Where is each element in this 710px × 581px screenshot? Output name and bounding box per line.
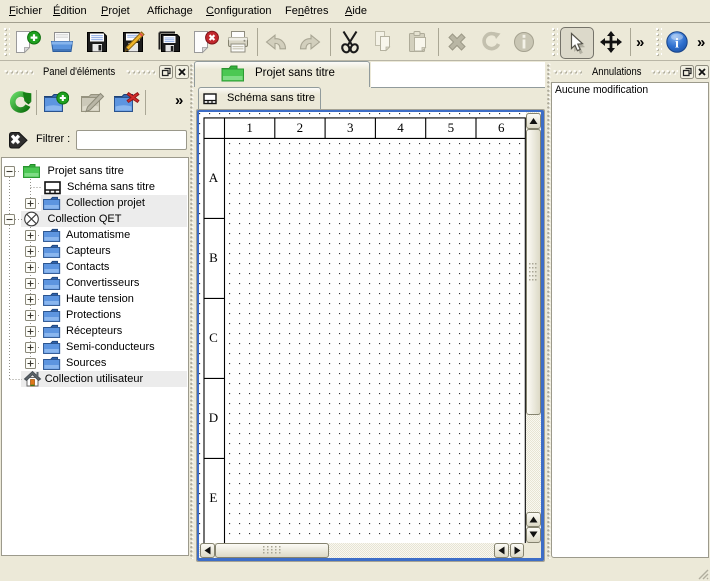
svg-text:i: i xyxy=(675,37,679,52)
svg-text:1: 1 xyxy=(246,120,253,135)
svg-text:2: 2 xyxy=(297,120,304,135)
svg-text:5: 5 xyxy=(448,120,455,135)
svg-text:B: B xyxy=(209,250,218,265)
svg-text:E: E xyxy=(209,490,217,505)
svg-text:6: 6 xyxy=(498,120,505,135)
svg-text:A: A xyxy=(209,170,219,185)
svg-text:C: C xyxy=(209,330,218,345)
svg-text:D: D xyxy=(209,410,218,425)
svg-text:4: 4 xyxy=(397,120,404,135)
svg-text:3: 3 xyxy=(347,120,354,135)
